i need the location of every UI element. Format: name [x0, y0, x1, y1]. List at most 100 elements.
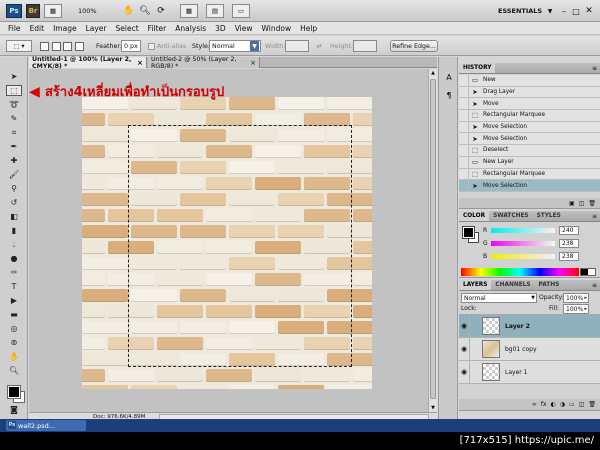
antialias-box[interactable] [148, 42, 155, 50]
tab-swatches[interactable]: SWATCHES [489, 211, 533, 221]
scroll-thumb[interactable] [430, 79, 436, 399]
3d-orbit-tool-icon[interactable]: ⊚ [6, 337, 22, 348]
width-input[interactable] [285, 40, 309, 52]
history-item[interactable]: ➤ Move Selection [459, 180, 600, 192]
chevron-right-icon[interactable]: ▸ [584, 306, 587, 312]
tab-layers[interactable]: LAYERS [459, 280, 492, 290]
menu-window[interactable]: Window [262, 24, 292, 33]
dodge-tool-icon[interactable]: ● [6, 253, 22, 264]
delete-state-icon[interactable]: 🗑︎ [588, 200, 596, 207]
tab-history[interactable]: HISTORY [459, 63, 496, 73]
opacity-input[interactable]: 100% ▸ [563, 293, 589, 303]
chevron-down-icon[interactable]: ▼ [250, 41, 259, 51]
tab-untitled-1[interactable]: Untitled-1 @ 100% (Layer 2, CMYK/8) * × [29, 56, 147, 70]
create-snapshot-icon[interactable]: ◫ [579, 200, 585, 207]
new-layer-icon[interactable]: ◫ [579, 401, 585, 408]
maximize-button[interactable]: □ [571, 4, 581, 18]
panel-menu-icon[interactable]: ≡ [592, 65, 597, 72]
antialias-checkbox[interactable]: Anti-alias [148, 40, 186, 52]
history-brush-source[interactable] [459, 144, 469, 156]
adjustment-layer-icon[interactable]: ◑ [560, 401, 565, 408]
black-white-ramp[interactable] [580, 268, 596, 276]
menu-analysis[interactable]: Analysis [175, 24, 206, 33]
3d-rotate-tool-icon[interactable]: ◎ [6, 323, 22, 334]
history-brush-source[interactable] [459, 180, 469, 192]
screen-mode-button[interactable]: ▭ [232, 4, 250, 18]
refine-edge-button[interactable]: Refine Edge... [390, 40, 438, 52]
menu-filter[interactable]: Filter [148, 24, 167, 33]
height-input[interactable] [353, 40, 377, 52]
delete-layer-icon[interactable]: 🗑︎ [588, 401, 596, 408]
menu-3d[interactable]: 3D [215, 24, 226, 33]
tool-preset-picker[interactable]: ⬚ ▾ [6, 40, 32, 52]
layer-row[interactable]: ◉ bg01 copy [459, 337, 600, 361]
close-tab-icon[interactable]: × [250, 59, 256, 67]
history-brush-source[interactable] [459, 156, 469, 168]
history-item[interactable]: ➤ Drag Layer [459, 86, 600, 99]
rectangle-tool-icon[interactable]: ▬ [6, 309, 22, 320]
layer-row[interactable]: ◉ Layer 2 [459, 314, 600, 338]
intersect-selection-mode[interactable] [74, 41, 84, 51]
minimize-button[interactable]: – [559, 4, 569, 18]
quick-selection-tool-icon[interactable]: ✎ [6, 113, 22, 124]
rotate-view-icon[interactable]: ⟳ [154, 4, 168, 18]
layer-style-icon[interactable]: fx [541, 401, 547, 408]
new-selection-mode[interactable] [40, 41, 49, 51]
visibility-eye-icon[interactable]: ◉ [459, 314, 470, 338]
hand-tool-icon[interactable]: ✋ [6, 351, 22, 362]
history-brush-source[interactable] [459, 98, 469, 110]
history-brush-source[interactable] [459, 86, 469, 98]
view-extras-button[interactable]: ▦ [180, 4, 198, 18]
tab-channels[interactable]: CHANNELS [491, 280, 534, 290]
tab-untitled-2[interactable]: Untitled-2 @ 50% (Layer 2, RGB/8) * × [148, 56, 260, 70]
history-item[interactable]: ➤ Move Selection [459, 121, 600, 134]
scroll-up-icon[interactable]: ▲ [429, 69, 437, 77]
chevron-down-icon[interactable]: ▼ [531, 295, 535, 301]
green-slider[interactable] [491, 240, 555, 246]
fill-input[interactable]: 100% ▸ [563, 304, 589, 314]
close-button[interactable]: ✕ [583, 4, 595, 18]
new-group-icon[interactable]: ▭ [569, 401, 575, 408]
blur-tool-icon[interactable]: 💧︎ [6, 239, 22, 250]
close-tab-icon[interactable]: × [137, 59, 143, 67]
green-value-input[interactable]: 238 [559, 238, 579, 248]
menu-image[interactable]: Image [53, 24, 77, 33]
tab-color[interactable]: COLOR [459, 211, 490, 221]
history-brush-source[interactable] [459, 121, 469, 133]
crop-tool-icon[interactable]: ⌗ [6, 127, 22, 138]
workspace-dropdown-icon[interactable]: ▼ [546, 4, 554, 18]
chevron-right-icon[interactable]: ▸ [584, 295, 587, 301]
healing-brush-tool-icon[interactable]: ✚ [6, 155, 22, 166]
tab-paths[interactable]: PATHS [535, 280, 564, 290]
history-brush-tool-icon[interactable]: ↺ [6, 197, 22, 208]
document-canvas[interactable]: ◀ สร้าง4เหลี่ยมเพื่อทำเป็นกรอบรูป [29, 69, 428, 412]
character-panel-icon[interactable]: A [443, 71, 455, 83]
rectangular-marquee-tool-icon[interactable]: ⬚ [6, 85, 22, 96]
quick-mask-icon[interactable]: ◙ [6, 404, 22, 415]
zoom-tool-icon[interactable]: 🔍︎ [6, 365, 22, 376]
brush-tool-icon[interactable]: 🖌︎ [6, 169, 22, 180]
history-item[interactable]: ➤ Move [459, 98, 600, 111]
zoom-tool-icon[interactable]: 🔍︎ [138, 4, 152, 18]
history-brush-source[interactable] [459, 74, 469, 86]
gradient-tool-icon[interactable]: ▮ [6, 225, 22, 236]
workspace-switcher[interactable]: ESSENTIALS [498, 4, 548, 18]
feather-input[interactable]: 0 px [121, 40, 141, 52]
history-brush-source[interactable] [459, 133, 469, 145]
taskbar-item-photoshop[interactable]: Ps wall2.psd... [6, 420, 86, 431]
menu-help[interactable]: Help [300, 24, 317, 33]
history-brush-source[interactable] [459, 168, 469, 180]
history-item[interactable]: ⬚ Rectangular Marquee [459, 168, 600, 181]
paragraph-panel-icon[interactable]: ¶ [443, 89, 455, 101]
menu-select[interactable]: Select [116, 24, 139, 33]
history-item[interactable]: ⬚ Deselect [459, 144, 600, 157]
subtract-selection-mode[interactable] [63, 41, 73, 51]
menu-file[interactable]: File [8, 24, 21, 33]
panel-menu-icon[interactable]: ≡ [592, 282, 597, 289]
bridge-button[interactable]: Br [26, 4, 40, 18]
lasso-tool-icon[interactable]: ➰ [6, 99, 22, 110]
zoom-level-select[interactable]: 100% [78, 4, 108, 18]
blend-mode-select[interactable]: Normal ▼ [461, 293, 537, 303]
history-item[interactable]: ▭ New Layer [459, 156, 600, 169]
add-mask-icon[interactable]: ◐ [551, 401, 556, 408]
